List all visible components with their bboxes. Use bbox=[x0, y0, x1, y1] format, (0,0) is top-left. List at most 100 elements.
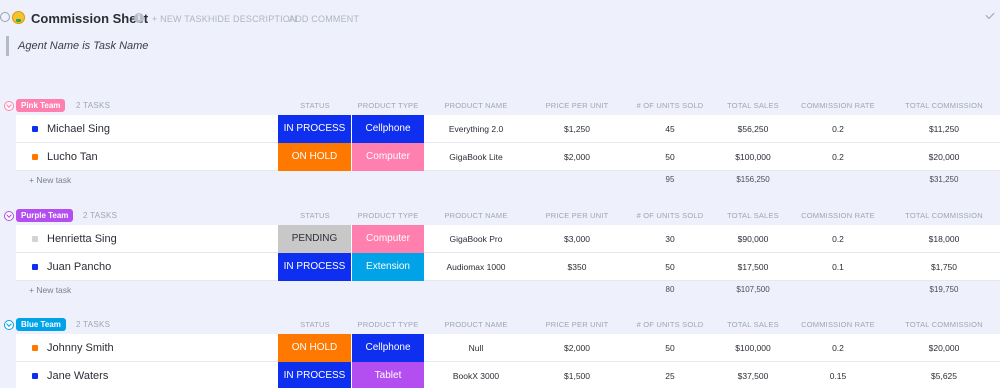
rate-cell[interactable]: 0.2 bbox=[793, 234, 883, 244]
column-header[interactable]: PRODUCT TYPE bbox=[343, 101, 433, 110]
sales-cell[interactable]: $100,000 bbox=[708, 343, 798, 353]
price-cell[interactable]: $2,000 bbox=[532, 152, 622, 162]
column-header[interactable]: PRICE PER UNIT bbox=[532, 101, 622, 110]
price-cell[interactable]: $3,000 bbox=[532, 234, 622, 244]
task-name[interactable]: Henrietta Sing bbox=[47, 233, 117, 245]
hide-description-button[interactable]: HIDE DESCRIPTION bbox=[208, 14, 297, 24]
price-cell[interactable]: $2,000 bbox=[532, 343, 622, 353]
column-header[interactable]: PRODUCT NAME bbox=[431, 211, 521, 220]
product-type-badge[interactable]: Cellphone bbox=[352, 334, 424, 362]
sales-cell[interactable]: $56,250 bbox=[708, 124, 798, 134]
table-row[interactable]: Juan Pancho IN PROCESS Extension Audiomax 1… bbox=[16, 253, 1000, 281]
column-header[interactable]: # OF UNITS SOLD bbox=[625, 101, 715, 110]
column-header[interactable]: COMMISSION RATE bbox=[793, 101, 883, 110]
rate-cell[interactable]: 0.2 bbox=[793, 124, 883, 134]
column-header[interactable]: PRODUCT NAME bbox=[431, 101, 521, 110]
chevron-down-icon[interactable] bbox=[4, 211, 14, 221]
info-icon[interactable]: i bbox=[134, 13, 144, 23]
task-name[interactable]: Jane Waters bbox=[47, 370, 108, 382]
commission-cell[interactable]: $18,000 bbox=[899, 234, 989, 244]
column-header[interactable]: TOTAL COMMISSION bbox=[899, 320, 989, 329]
status-dot-icon[interactable] bbox=[32, 236, 38, 242]
commission-cell[interactable]: $20,000 bbox=[899, 152, 989, 162]
collapse-icon[interactable] bbox=[0, 12, 10, 22]
column-header[interactable]: PRODUCT TYPE bbox=[343, 320, 433, 329]
new-task-link[interactable]: + New task bbox=[29, 285, 71, 295]
column-header[interactable]: COMMISSION RATE bbox=[793, 320, 883, 329]
status-badge[interactable]: ON HOLD bbox=[278, 143, 351, 171]
column-header[interactable]: COMMISSION RATE bbox=[793, 211, 883, 220]
column-header[interactable]: # OF UNITS SOLD bbox=[625, 320, 715, 329]
units-cell[interactable]: 45 bbox=[625, 124, 715, 134]
column-header[interactable]: TOTAL COMMISSION bbox=[899, 101, 989, 110]
status-badge[interactable]: ON HOLD bbox=[278, 334, 351, 362]
sales-cell[interactable]: $37,500 bbox=[708, 371, 798, 381]
group-label[interactable]: Blue Team bbox=[16, 318, 66, 331]
task-name[interactable]: Lucho Tan bbox=[47, 151, 98, 163]
commission-cell[interactable]: $20,000 bbox=[899, 343, 989, 353]
product-type-badge[interactable]: Extension bbox=[352, 253, 424, 281]
sales-cell[interactable]: $100,000 bbox=[708, 152, 798, 162]
product-cell[interactable]: Null bbox=[431, 343, 521, 353]
units-cell[interactable]: 25 bbox=[625, 371, 715, 381]
rate-cell[interactable]: 0.15 bbox=[793, 371, 883, 381]
rate-cell[interactable]: 0.1 bbox=[793, 262, 883, 272]
column-header[interactable]: PRODUCT NAME bbox=[431, 320, 521, 329]
rate-cell[interactable]: 0.2 bbox=[793, 152, 883, 162]
group-label[interactable]: Purple Team bbox=[16, 209, 74, 222]
column-header[interactable]: PRICE PER UNIT bbox=[532, 211, 622, 220]
product-cell[interactable]: BookX 3000 bbox=[431, 371, 521, 381]
units-cell[interactable]: 50 bbox=[625, 262, 715, 272]
column-header[interactable]: PRODUCT TYPE bbox=[343, 211, 433, 220]
status-dot-icon[interactable] bbox=[32, 345, 38, 351]
new-task-button[interactable]: + NEW TASK bbox=[152, 14, 208, 24]
status-badge[interactable]: IN PROCESS bbox=[278, 115, 351, 143]
product-cell[interactable]: GigaBook Pro bbox=[431, 234, 521, 244]
column-header[interactable]: TOTAL SALES bbox=[708, 211, 798, 220]
column-header[interactable]: TOTAL COMMISSION bbox=[899, 211, 989, 220]
price-cell[interactable]: $1,500 bbox=[532, 371, 622, 381]
units-cell[interactable]: 50 bbox=[625, 343, 715, 353]
new-task-link[interactable]: + New task bbox=[29, 175, 71, 185]
table-row[interactable]: Jane Waters IN PROCESS Tablet BookX 3000 $1,… bbox=[16, 362, 1000, 388]
sales-cell[interactable]: $90,000 bbox=[708, 234, 798, 244]
add-comment-button[interactable]: ADD COMMENT bbox=[289, 14, 359, 24]
column-header[interactable]: PRICE PER UNIT bbox=[532, 320, 622, 329]
price-cell[interactable]: $350 bbox=[532, 262, 622, 272]
status-dot-icon[interactable] bbox=[32, 126, 38, 132]
product-cell[interactable]: GigaBook Lite bbox=[431, 152, 521, 162]
table-row[interactable]: Michael Sing IN PROCESS Cellphone Everythin… bbox=[16, 115, 1000, 143]
table-row[interactable]: Lucho Tan ON HOLD Computer GigaBook Lite $2,… bbox=[16, 143, 1000, 171]
price-cell[interactable]: $1,250 bbox=[532, 124, 622, 134]
column-header[interactable]: TOTAL SALES bbox=[708, 101, 798, 110]
product-type-badge[interactable]: Computer bbox=[352, 225, 424, 253]
task-name[interactable]: Michael Sing bbox=[47, 123, 110, 135]
check-icon[interactable] bbox=[985, 9, 995, 20]
status-badge[interactable]: IN PROCESS bbox=[278, 253, 351, 281]
task-name[interactable]: Juan Pancho bbox=[47, 261, 111, 273]
product-cell[interactable]: Audiomax 1000 bbox=[431, 262, 521, 272]
product-cell[interactable]: Everything 2.0 bbox=[431, 124, 521, 134]
units-cell[interactable]: 30 bbox=[625, 234, 715, 244]
product-type-badge[interactable]: Computer bbox=[352, 143, 424, 171]
rate-cell[interactable]: 0.2 bbox=[793, 343, 883, 353]
commission-cell[interactable]: $1,750 bbox=[899, 262, 989, 272]
product-type-badge[interactable]: Cellphone bbox=[352, 115, 424, 143]
column-header[interactable]: TOTAL SALES bbox=[708, 320, 798, 329]
group-label[interactable]: Pink Team bbox=[16, 99, 66, 112]
status-dot-icon[interactable] bbox=[32, 154, 38, 160]
status-dot-icon[interactable] bbox=[32, 373, 38, 379]
units-cell[interactable]: 50 bbox=[625, 152, 715, 162]
sales-cell[interactable]: $17,500 bbox=[708, 262, 798, 272]
table-row[interactable]: Johnny Smith ON HOLD Cellphone Null $2,000 50… bbox=[16, 334, 1000, 362]
product-type-badge[interactable]: Tablet bbox=[352, 362, 424, 388]
chevron-down-icon[interactable] bbox=[4, 101, 14, 111]
task-name[interactable]: Johnny Smith bbox=[47, 342, 114, 354]
commission-cell[interactable]: $5,625 bbox=[899, 371, 989, 381]
status-dot-icon[interactable] bbox=[32, 264, 38, 270]
column-header[interactable]: # OF UNITS SOLD bbox=[625, 211, 715, 220]
chevron-down-icon[interactable] bbox=[4, 320, 14, 330]
status-badge[interactable]: IN PROCESS bbox=[278, 362, 351, 388]
commission-cell[interactable]: $11,250 bbox=[899, 124, 989, 134]
status-badge[interactable]: PENDING bbox=[278, 225, 351, 253]
